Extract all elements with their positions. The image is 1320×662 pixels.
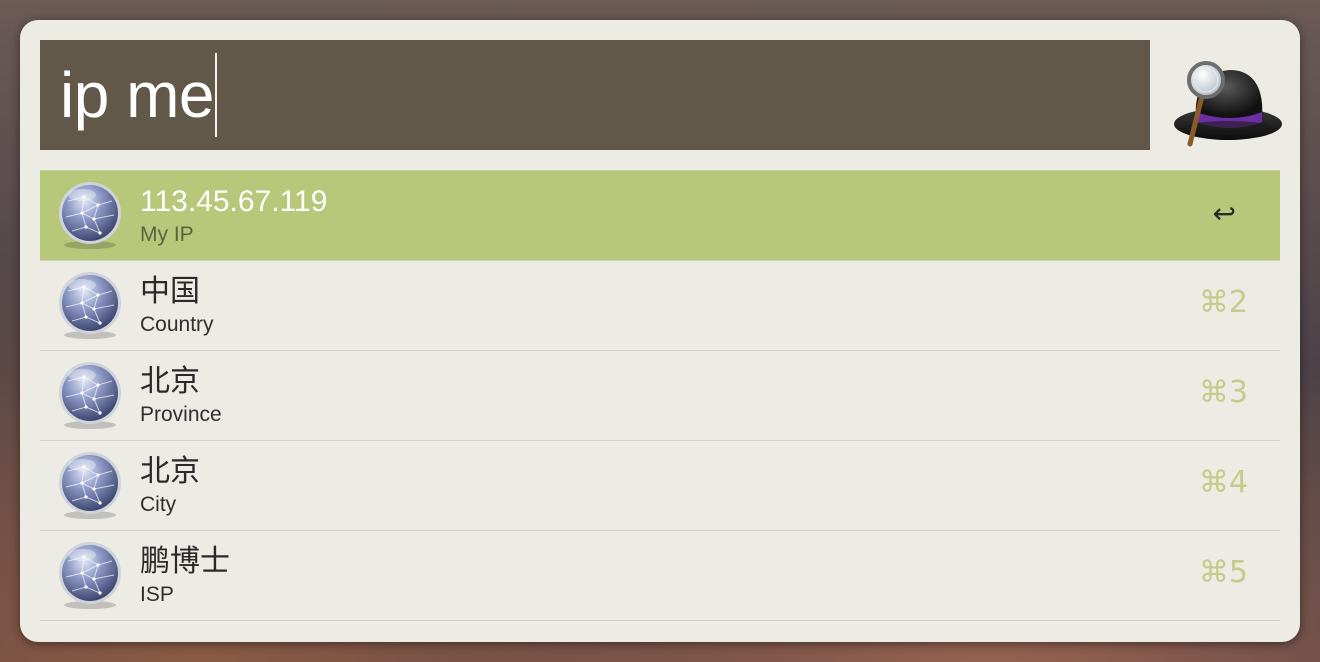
result-row-1[interactable]: 113.45.67.119 My IP ↩ <box>40 170 1280 260</box>
shortcut-label: ⌘5 <box>1198 555 1248 590</box>
result-row-2[interactable]: 中国 Country ⌘2 <box>40 260 1280 350</box>
result-subtitle: My IP <box>140 223 194 246</box>
result-subtitle: Province <box>140 403 222 426</box>
results-list: 113.45.67.119 My IP ↩ 中国 Country ⌘2 北京 P… <box>40 170 1280 621</box>
search-query-text[interactable]: ip me <box>60 63 215 127</box>
search-input[interactable]: ip me <box>40 40 1150 150</box>
shortcut-label: ⌘4 <box>1198 465 1248 500</box>
shortcut-label: ⌘2 <box>1198 285 1248 320</box>
globe-icon <box>59 182 121 249</box>
result-title: 113.45.67.119 <box>140 185 328 218</box>
result-row-4[interactable]: 北京 City ⌘4 <box>40 440 1280 530</box>
result-row-5[interactable]: 鹏博士 ISP ⌘5 <box>40 530 1280 621</box>
result-title: 北京 <box>140 365 200 398</box>
globe-icon <box>59 452 121 519</box>
text-caret <box>215 53 217 137</box>
desktop-background: ip me 113.45.67.119 My IP ↩ 中国 Country ⌘… <box>0 0 1320 662</box>
globe-icon <box>59 362 121 429</box>
shortcut-label: ⌘3 <box>1198 375 1248 410</box>
launcher-window: ip me 113.45.67.119 My IP ↩ 中国 Country ⌘… <box>20 20 1300 642</box>
result-subtitle: ISP <box>140 583 174 606</box>
globe-icon <box>59 272 121 339</box>
result-title: 中国 <box>140 275 200 308</box>
result-subtitle: City <box>140 493 177 516</box>
result-subtitle: Country <box>140 313 214 336</box>
result-title: 北京 <box>140 455 200 488</box>
result-title: 鹏博士 <box>140 545 230 578</box>
alfred-hat-icon <box>1174 61 1282 147</box>
return-key-icon: ↩ <box>1212 197 1236 230</box>
globe-icon <box>59 542 121 609</box>
result-row-3[interactable]: 北京 Province ⌘3 <box>40 350 1280 440</box>
